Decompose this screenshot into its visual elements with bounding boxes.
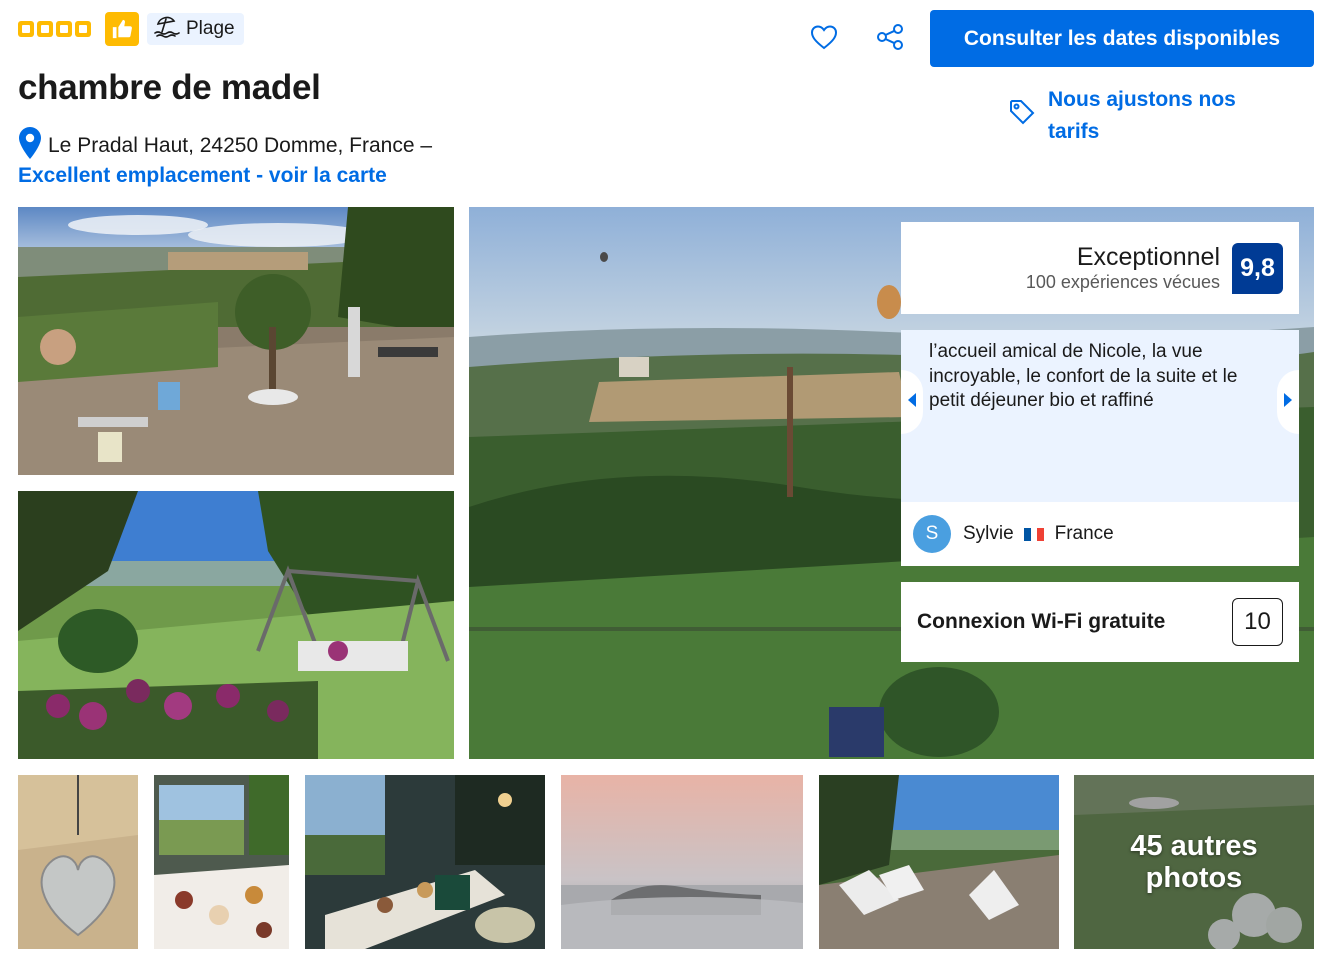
wifi-score: 10 [1232,598,1283,646]
next-review-button[interactable] [1277,370,1299,434]
price-tag-icon [1008,98,1036,131]
show-map-link[interactable]: Excellent emplacement - voir la carte [18,164,387,188]
more-photos-overlay[interactable]: 45 autres photos [1074,775,1314,949]
star-rating [18,21,91,37]
property-address: Le Pradal Haut, 24250 Domme, France – [18,126,432,166]
share-button[interactable] [873,22,907,56]
reviewer-name: Sylvie [963,523,1014,544]
star-icon [18,21,34,37]
chevron-right-icon [1283,392,1293,413]
avatar: S [913,515,951,553]
photo-deckchairs[interactable] [819,775,1059,949]
photo-garden-terrace[interactable] [18,207,454,475]
chevron-left-icon [907,392,917,413]
property-title: chambre de madel [18,68,321,107]
score-badge: 9,8 [1232,242,1283,294]
share-icon [876,23,904,55]
price-match-label: Nous ajustons nos tarifs [1048,88,1236,143]
thumbs-up-icon[interactable] [105,12,139,46]
star-icon [75,21,91,37]
score-words: Exceptionnel 100 expériences vécues [1026,243,1220,293]
reviewer-info: S Sylvie France [901,502,1299,566]
beach-tag-label: Plage [186,18,235,39]
photo-dining-veranda[interactable] [305,775,545,949]
beach-umbrella-icon [154,14,180,44]
reviewer-country: France [1054,523,1114,544]
map-pin-icon [18,126,42,166]
star-icon [37,21,53,37]
check-availability-button[interactable]: Consulter les dates disponibles [930,10,1314,67]
rating-word: Exceptionnel [1076,243,1220,271]
wifi-rating-card[interactable]: Connexion Wi-Fi gratuite 10 [901,582,1299,662]
property-badges: Plage [18,12,244,46]
photo-heart-welcome[interactable] [18,775,138,949]
star-icon [56,21,72,37]
review-score-card[interactable]: Exceptionnel 100 expériences vécues 9,8 [901,222,1299,314]
photo-more-photos[interactable]: 45 autres photos [1074,775,1314,949]
more-photos-label: 45 autres photos [1130,830,1258,894]
review-count: 100 expériences vécues [1025,272,1220,292]
france-flag-icon [1024,528,1045,542]
photo-garden-swing[interactable] [18,491,454,759]
heart-icon [810,24,838,55]
address-text: Le Pradal Haut, 24250 Domme, France – [48,134,433,157]
save-favorite-button[interactable] [807,22,841,56]
photo-misty-sunrise[interactable] [561,775,803,949]
wifi-label: Connexion Wi-Fi gratuite [917,610,1166,633]
beach-tag[interactable]: Plage [147,13,244,45]
price-match-link[interactable]: Nous ajustons nos tarifs [1008,84,1278,148]
guest-quote-card: l’accueil amical de Nicole, la vue incro… [901,330,1299,502]
guest-quote: l’accueil amical de Nicole, la vue incro… [929,341,1238,411]
photo-breakfast-table[interactable] [154,775,289,949]
previous-review-button[interactable] [901,370,923,434]
